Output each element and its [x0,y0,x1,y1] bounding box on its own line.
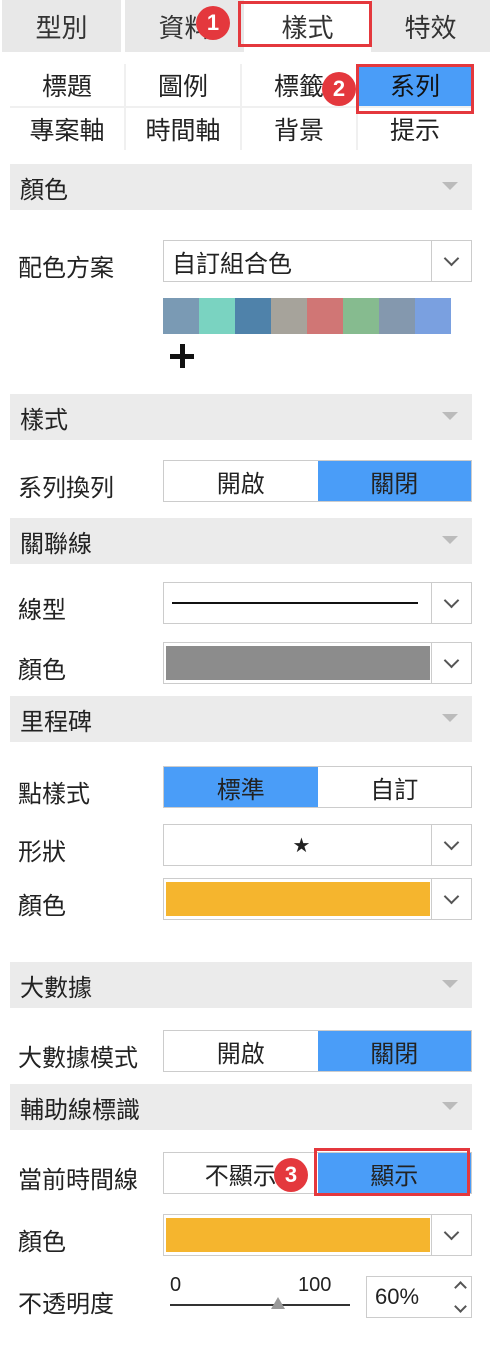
dropdown-button[interactable] [431,583,471,623]
step-badge-3: 3 [274,1158,308,1192]
color-swatch[interactable] [343,298,379,334]
chevron-down-icon [443,834,460,850]
subtab-project-axis[interactable]: 專案軸 [10,108,124,150]
big-data-off-option[interactable]: 關閉 [317,1031,471,1071]
milestone-color-fill [166,882,430,916]
section-title: 顏色 [20,176,68,204]
caret-down-icon [442,412,458,420]
series-wrap-off-option[interactable]: 關閉 [317,461,471,501]
dropdown-button[interactable] [431,825,471,865]
shape-value: ★ [292,834,311,857]
big-data-mode-label: 大數據模式 [18,1045,138,1072]
series-wrap-label: 系列換列 [18,475,114,502]
guideline-color-label: 顏色 [18,1229,66,1256]
series-wrap-on-option[interactable]: 開啟 [164,461,318,501]
step-badge-2: 2 [322,72,356,106]
chevron-down-icon [443,1224,460,1240]
section-header-big-data[interactable]: 大數據 [10,962,472,1008]
section-title: 大數據 [20,974,92,1002]
color-swatches [163,298,451,334]
caret-down-icon [442,980,458,988]
section-title: 里程碑 [20,708,92,736]
link-color-label: 顏色 [18,657,66,684]
opacity-slider-track[interactable] [170,1304,350,1306]
current-time-line-label: 當前時間線 [18,1167,138,1194]
opacity-slider-thumb[interactable] [271,1297,285,1309]
subtab-title[interactable]: 標題 [10,64,124,106]
slider-min-label: 0 [170,1274,182,1296]
big-data-on-option[interactable]: 開啟 [164,1031,318,1071]
color-swatch[interactable] [235,298,271,334]
add-color-icon[interactable] [166,340,198,372]
solid-line-sample [172,602,418,604]
color-swatch[interactable] [415,298,451,334]
color-scheme-label: 配色方案 [18,255,114,282]
increment-arrow-icon[interactable] [453,1281,467,1294]
tab-effects[interactable]: 特效 [371,0,490,52]
tab-type[interactable]: 型別 [2,0,121,52]
section-header-style[interactable]: 樣式 [10,394,472,440]
opacity-label: 不透明度 [18,1291,114,1318]
opacity-stepper[interactable]: 60% [366,1276,472,1318]
series-wrap-toggle: 開啟 關閉 [163,460,472,502]
section-title: 樣式 [20,406,68,434]
dropdown-button[interactable] [431,879,471,919]
step-badge-1: 1 [196,6,230,40]
line-type-label: 線型 [18,597,66,624]
subtab-tooltip[interactable]: 提示 [358,108,472,150]
color-swatch[interactable] [307,298,343,334]
subtab-time-axis[interactable]: 時間軸 [126,108,240,150]
shape-label: 形狀 [18,839,66,866]
section-header-guideline[interactable]: 輔助線標識 [10,1084,472,1130]
link-color-fill [166,646,430,680]
subtab-legend[interactable]: 圖例 [126,64,240,106]
color-swatch[interactable] [199,298,235,334]
chevron-down-icon [443,888,460,904]
caret-down-icon [442,536,458,544]
dropdown-button[interactable] [431,1215,471,1255]
section-header-milestone[interactable]: 里程碑 [10,696,472,742]
decrement-arrow-icon[interactable] [453,1300,467,1313]
caret-down-icon [442,1102,458,1110]
point-style-label: 點樣式 [18,781,90,808]
caret-down-icon [442,714,458,722]
point-style-custom-option[interactable]: 自訂 [317,767,471,807]
dropdown-button[interactable] [431,643,471,683]
shape-select[interactable]: ★ [163,824,472,866]
section-title: 輔助線標識 [20,1096,140,1124]
section-header-color[interactable]: 顏色 [10,164,472,210]
highlight-show-option [314,1148,470,1196]
point-style-toggle: 標準 自訂 [163,766,472,808]
color-swatch[interactable] [379,298,415,334]
color-swatch[interactable] [163,298,199,334]
highlight-style-tab [238,1,372,47]
dropdown-button[interactable] [431,241,471,281]
guideline-color-fill [166,1218,430,1252]
highlight-series-tab [356,64,474,114]
opacity-value[interactable]: 60% [367,1277,449,1317]
color-scheme-select[interactable]: 自訂組合色 [163,240,472,282]
point-style-standard-option[interactable]: 標準 [164,767,318,807]
section-header-link-line[interactable]: 關聯線 [10,518,472,564]
big-data-mode-toggle: 開啟 關閉 [163,1030,472,1072]
chevron-down-icon [443,652,460,668]
slider-max-label: 100 [298,1274,332,1296]
color-scheme-value: 自訂組合色 [172,250,292,278]
line-type-select[interactable] [163,582,472,624]
milestone-color-label: 顏色 [18,893,66,920]
caret-down-icon [442,182,458,190]
subtab-background[interactable]: 背景 [242,108,356,150]
line-type-value [164,583,431,623]
chevron-down-icon [443,592,460,608]
section-title: 關聯線 [20,530,92,558]
color-swatch[interactable] [271,298,307,334]
chevron-down-icon [443,250,460,266]
